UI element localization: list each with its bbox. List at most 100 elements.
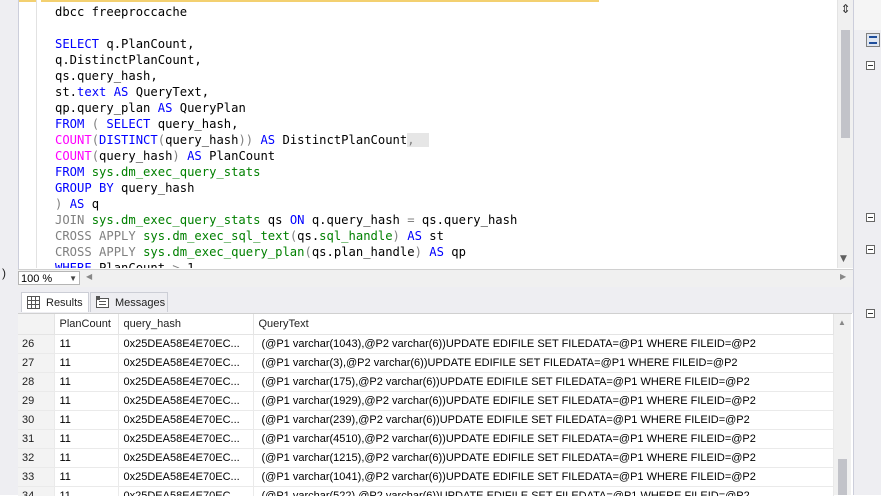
table-row[interactable]: 27110x25DEA58E4E70EC...(@P1 varchar(3),@… bbox=[18, 354, 833, 373]
collapse-icon[interactable] bbox=[866, 61, 875, 70]
cell-query-hash[interactable]: 0x25DEA58E4E70EC... bbox=[118, 335, 253, 354]
code-token: ( bbox=[305, 245, 312, 259]
cell-plancount[interactable]: 11 bbox=[54, 430, 118, 449]
row-number[interactable]: 32 bbox=[18, 449, 54, 468]
code-line[interactable]: CROSS APPLY sys.dm_exec_sql_text(qs.sql_… bbox=[55, 228, 517, 244]
editor-vertical-scrollbar[interactable]: ⇕ ▼ bbox=[837, 0, 854, 268]
code-line[interactable]: SELECT q.PlanCount, bbox=[55, 36, 517, 52]
row-number[interactable]: 29 bbox=[18, 392, 54, 411]
code-token: qs. bbox=[297, 229, 319, 243]
code-line[interactable] bbox=[55, 20, 517, 36]
code-line[interactable]: q.DistinctPlanCount, bbox=[55, 52, 517, 68]
code-token: query_hash bbox=[99, 149, 172, 163]
split-editor-icon[interactable]: ⇕ bbox=[839, 3, 852, 16]
code-line[interactable]: st.text AS QueryText, bbox=[55, 84, 517, 100]
code-line[interactable]: COUNT(DISTINCT(query_hash)) AS DistinctP… bbox=[55, 132, 517, 148]
grid-scroll-thumb[interactable] bbox=[838, 459, 847, 495]
table-row[interactable]: 31110x25DEA58E4E70EC...(@P1 varchar(4510… bbox=[18, 430, 833, 449]
row-number[interactable]: 26 bbox=[18, 335, 54, 354]
zoom-select[interactable]: 100 % ▼ bbox=[18, 271, 80, 285]
code-token: SELECT bbox=[106, 117, 157, 131]
code-token: AS bbox=[187, 149, 209, 163]
cell-querytext[interactable]: (@P1 varchar(1041),@P2 varchar(6))UPDATE… bbox=[253, 468, 833, 487]
cell-query-hash[interactable]: 0x25DEA58E4E70EC... bbox=[118, 430, 253, 449]
cell-plancount[interactable]: 11 bbox=[54, 354, 118, 373]
cell-querytext[interactable]: (@P1 varchar(1215),@P2 varchar(6))UPDATE… bbox=[253, 449, 833, 468]
cell-querytext[interactable]: (@P1 varchar(4510),@P2 varchar(6))UPDATE… bbox=[253, 430, 833, 449]
tab-messages[interactable]: Messages bbox=[90, 292, 168, 312]
code-line[interactable]: WHERE PlanCount > 1 bbox=[55, 260, 517, 268]
code-token: PlanCount bbox=[99, 261, 172, 268]
table-row[interactable]: 26110x25DEA58E4E70EC...(@P1 varchar(1043… bbox=[18, 335, 833, 354]
cell-query-hash[interactable]: 0x25DEA58E4E70EC... bbox=[118, 392, 253, 411]
cell-querytext[interactable]: (@P1 varchar(1043),@P2 varchar(6))UPDATE… bbox=[253, 335, 833, 354]
right-pane-header bbox=[854, 0, 881, 30]
code-line[interactable]: COUNT(query_hash) AS PlanCount bbox=[55, 148, 517, 164]
row-number[interactable]: 28 bbox=[18, 373, 54, 392]
code-token: q bbox=[92, 197, 99, 211]
code-token: 1 bbox=[187, 261, 194, 268]
cell-querytext[interactable]: (@P1 varchar(3),@P2 varchar(6))UPDATE ED… bbox=[253, 354, 833, 373]
code-line[interactable]: dbcc freeproccache bbox=[55, 4, 517, 20]
row-number[interactable]: 31 bbox=[18, 430, 54, 449]
cell-querytext[interactable]: (@P1 varchar(175),@P2 varchar(6))UPDATE … bbox=[253, 373, 833, 392]
table-row[interactable]: 30110x25DEA58E4E70EC...(@P1 varchar(239)… bbox=[18, 411, 833, 430]
code-line[interactable]: ) AS q bbox=[55, 196, 517, 212]
collapse-icon[interactable] bbox=[866, 213, 875, 222]
row-number[interactable]: 27 bbox=[18, 354, 54, 373]
table-row[interactable]: 29110x25DEA58E4E70EC...(@P1 varchar(1929… bbox=[18, 392, 833, 411]
cell-plancount[interactable]: 11 bbox=[54, 411, 118, 430]
cell-plancount[interactable]: 11 bbox=[54, 335, 118, 354]
column-header-query-hash[interactable]: query_hash bbox=[118, 314, 253, 335]
results-grid[interactable]: PlanCount query_hash QueryText 26110x25D… bbox=[18, 313, 852, 496]
code-line[interactable]: JOIN sys.dm_exec_query_stats qs ON q.que… bbox=[55, 212, 517, 228]
collapse-icon[interactable] bbox=[866, 245, 875, 254]
code-line[interactable]: CROSS APPLY sys.dm_exec_query_plan(qs.pl… bbox=[55, 244, 517, 260]
code-token: qs.query_hash, bbox=[55, 69, 158, 83]
column-header-querytext[interactable]: QueryText bbox=[253, 314, 833, 335]
cell-querytext[interactable]: (@P1 varchar(1929),@P2 varchar(6))UPDATE… bbox=[253, 392, 833, 411]
scroll-right-icon[interactable]: ▶ bbox=[840, 272, 846, 281]
code-token: ( bbox=[92, 133, 99, 147]
row-number-header[interactable] bbox=[18, 314, 54, 335]
cell-querytext[interactable]: (@P1 varchar(239),@P2 varchar(6))UPDATE … bbox=[253, 411, 833, 430]
cell-query-hash[interactable]: 0x25DEA58E4E70EC... bbox=[118, 468, 253, 487]
code-token: ) bbox=[393, 229, 408, 243]
collapse-icon[interactable] bbox=[866, 309, 875, 318]
cell-query-hash[interactable]: 0x25DEA58E4E70EC... bbox=[118, 354, 253, 373]
table-row[interactable]: 28110x25DEA58E4E70EC...(@P1 varchar(175)… bbox=[18, 373, 833, 392]
cell-plancount[interactable]: 11 bbox=[54, 449, 118, 468]
row-number[interactable]: 33 bbox=[18, 468, 54, 487]
scroll-up-icon[interactable]: ▲ bbox=[838, 318, 846, 327]
chevron-down-icon[interactable]: ▼ bbox=[69, 272, 77, 286]
tab-results[interactable]: Results bbox=[21, 292, 89, 312]
query-editor[interactable]: dbcc freeproccache SELECT q.PlanCount,q.… bbox=[19, 0, 837, 268]
code-token: DistinctPlanCount bbox=[282, 133, 407, 147]
code-token: qp bbox=[451, 245, 466, 259]
code-line[interactable]: qp.query_plan AS QueryPlan bbox=[55, 100, 517, 116]
code-line[interactable]: FROM sys.dm_exec_query_stats bbox=[55, 164, 517, 180]
properties-icon[interactable] bbox=[866, 33, 880, 47]
cell-plancount[interactable]: 11 bbox=[54, 373, 118, 392]
column-header-plancount[interactable]: PlanCount bbox=[54, 314, 118, 335]
cell-plancount[interactable]: 11 bbox=[54, 392, 118, 411]
row-number[interactable]: 30 bbox=[18, 411, 54, 430]
grid-vertical-scrollbar[interactable]: ▲ bbox=[834, 314, 851, 495]
messages-icon bbox=[96, 296, 109, 309]
editor-scroll-thumb[interactable] bbox=[841, 30, 850, 138]
cell-query-hash[interactable]: 0x25DEA58E4E70EC... bbox=[118, 373, 253, 392]
code-token: CROSS APPLY bbox=[55, 245, 143, 259]
cell-plancount[interactable]: 11 bbox=[54, 468, 118, 487]
code-line[interactable]: GROUP BY query_hash bbox=[55, 180, 517, 196]
scroll-left-icon[interactable]: ◀ bbox=[86, 272, 92, 281]
code-line[interactable]: qs.query_hash, bbox=[55, 68, 517, 84]
code-token: ON bbox=[290, 213, 312, 227]
table-row[interactable]: 33110x25DEA58E4E70EC...(@P1 varchar(1041… bbox=[18, 468, 833, 487]
code-token: SELECT bbox=[55, 37, 106, 51]
cell-query-hash[interactable]: 0x25DEA58E4E70EC... bbox=[118, 449, 253, 468]
sql-code[interactable]: dbcc freeproccache SELECT q.PlanCount,q.… bbox=[55, 4, 517, 268]
scroll-down-icon[interactable]: ▼ bbox=[840, 254, 847, 264]
cell-query-hash[interactable]: 0x25DEA58E4E70EC... bbox=[118, 411, 253, 430]
table-row[interactable]: 32110x25DEA58E4E70EC...(@P1 varchar(1215… bbox=[18, 449, 833, 468]
code-line[interactable]: FROM ( SELECT query_hash, bbox=[55, 116, 517, 132]
